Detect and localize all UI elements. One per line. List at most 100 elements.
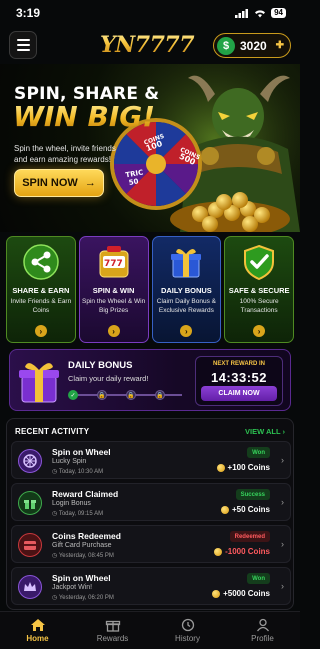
view-all-link[interactable]: VIEW ALL › — [245, 427, 285, 436]
reward-countdown: 14:33:52 — [210, 370, 268, 385]
card-desc: Spin the Wheel & Win Big Prizes — [82, 298, 146, 314]
wheel-label-50: 50 — [128, 177, 139, 187]
card-daily-bonus[interactable]: DAILY BONUS Claim Daily Bonus & Exclusiv… — [151, 236, 222, 343]
recent-activity-header: RECENT ACTIVITY VIEW ALL › — [15, 424, 285, 438]
menu-button[interactable] — [9, 31, 37, 59]
share-icon — [21, 242, 61, 282]
lock-icon: 🔒 — [155, 390, 165, 400]
chevron-right-icon: › — [281, 455, 284, 465]
activity-subtitle: Lucky Spin — [52, 458, 87, 465]
card-spin-win[interactable]: 777 SPIN & WIN Spin the Wheel & Win Big … — [78, 236, 149, 343]
spin-now-button[interactable]: SPIN NOW → — [14, 169, 104, 197]
hero-subtitle: Spin the wheel, invite friends and earn … — [14, 144, 116, 164]
activity-subtitle: Login Bonus — [52, 500, 91, 507]
coin-icon — [220, 505, 229, 514]
bottom-navigation: Home Rewards History Profile — [0, 611, 300, 649]
activity-amount: -1000 Coins — [214, 547, 270, 556]
activity-time: ◷ Today, 10:30 AM — [52, 469, 104, 475]
coin-balance[interactable]: $ 3020 ✚ — [213, 33, 291, 58]
crown-icon — [18, 575, 42, 599]
card-title: SPIN & WIN — [92, 286, 135, 295]
activity-row[interactable]: Spin on Wheel Lucky Spin ◷ Today, 10:30 … — [11, 441, 291, 479]
status-time: 3:19 — [16, 6, 41, 20]
activity-time: ◷ Today, 09:15 AM — [52, 511, 104, 517]
chevron-right-icon: › — [281, 581, 284, 591]
gift-icon — [18, 491, 42, 515]
chevron-right-icon: › — [281, 497, 284, 507]
daily-bonus-subtitle: Claim your daily reward! — [68, 374, 149, 383]
plus-icon: ✚ — [275, 40, 284, 51]
gift-icon — [166, 242, 206, 282]
slot-machine-icon: 777 — [94, 242, 134, 282]
gift-icon — [19, 363, 59, 403]
activity-title: Spin on Wheel — [52, 447, 111, 457]
status-badge: Won — [247, 447, 270, 458]
nav-label: Profile — [251, 634, 274, 643]
chevron-right-icon: › — [281, 539, 284, 549]
card-share-earn[interactable]: SHARE & EARN Invite Friends & Earn Coins… — [6, 236, 76, 343]
lock-icon: 🔒 — [126, 390, 136, 400]
chevron-right-icon: › — [107, 325, 120, 337]
activity-amount: +100 Coins — [216, 463, 270, 472]
daily-bonus-panel: DAILY BONUS Claim your daily reward! ✓ 🔒… — [9, 349, 291, 411]
activity-amount: +50 Coins — [220, 505, 270, 514]
app-header: YN7777 $ 3020 ✚ — [0, 28, 300, 64]
wheel-icon — [18, 449, 42, 473]
hero-banner: COINS 100 COINS 500 TRIC 50 SPIN, SHARE … — [0, 64, 300, 232]
lock-icon: 🔒 — [97, 390, 107, 400]
history-icon — [181, 618, 194, 632]
hero-title-line2: WIN BIG! — [13, 100, 155, 133]
recent-activity-panel: RECENT ACTIVITY VIEW ALL › Spin on Wheel… — [6, 418, 294, 610]
nav-label: Rewards — [96, 634, 129, 643]
activity-title: Reward Claimed — [52, 489, 119, 499]
activity-row[interactable]: Reward Claimed Login Bonus ◷ Today, 09:1… — [11, 483, 291, 521]
next-reward-label: NEXT REWARD IN — [212, 361, 265, 367]
clock-icon: ◷ — [52, 553, 58, 559]
activity-title: Coins Redeemed — [52, 531, 121, 541]
nav-label: Home — [26, 634, 49, 643]
home-icon — [30, 619, 45, 631]
status-icons: 94 — [235, 8, 286, 18]
reward-timer-box: NEXT REWARD IN 14:33:52 CLAIM NOW — [195, 356, 283, 406]
battery-indicator: 94 — [271, 8, 286, 18]
dollar-icon: $ — [217, 36, 235, 55]
nav-home[interactable]: Home — [0, 612, 75, 649]
recent-activity-heading: RECENT ACTIVITY — [15, 426, 90, 436]
activity-row[interactable]: Coins Redeemed Gift Card Purchase ◷ Yest… — [11, 525, 291, 563]
clock-icon: ◷ — [52, 511, 58, 517]
chevron-right-icon: › — [180, 325, 193, 337]
feature-cards: SHARE & EARN Invite Friends & Earn Coins… — [6, 236, 294, 343]
shield-check-icon — [239, 242, 279, 282]
claim-now-button[interactable]: CLAIM NOW — [201, 386, 277, 401]
status-bar: 3:19 94 — [0, 0, 300, 26]
nav-label: History — [175, 634, 200, 643]
signal-icon — [235, 8, 249, 18]
coin-icon — [214, 547, 223, 556]
activity-amount: +5000 Coins — [212, 589, 270, 598]
coin-balance-amount: 3020 — [240, 38, 267, 53]
status-badge: Success — [235, 489, 270, 500]
activity-time: ◷ Yesterday, 06:20 PM — [52, 595, 114, 601]
app-logo: YN7777 — [88, 30, 206, 60]
activity-row[interactable]: Spin on Wheel Jackpot Win! ◷ Yesterday, … — [11, 567, 291, 605]
spin-now-label: SPIN NOW — [22, 177, 78, 189]
clock-icon: ◷ — [52, 469, 58, 475]
activity-subtitle: Gift Card Purchase — [52, 542, 112, 549]
profile-icon — [256, 618, 269, 632]
status-badge: Won — [247, 573, 270, 584]
card-desc: 100% Secure Transactions — [239, 298, 279, 314]
nav-history[interactable]: History — [150, 612, 225, 649]
activity-time: ◷ Yesterday, 08:45 PM — [52, 553, 114, 559]
check-icon: ✓ — [68, 390, 78, 400]
card-title: SAFE & SECURE — [228, 286, 290, 295]
card-safe-secure[interactable]: SAFE & SECURE 100% Secure Transactions › — [224, 236, 294, 343]
menu-icon — [16, 39, 30, 41]
card-desc: Claim Daily Bonus & Exclusive Rewards — [156, 298, 216, 314]
arrow-right-icon: → — [84, 177, 96, 189]
coin-icon — [212, 589, 221, 598]
daily-bonus-title: DAILY BONUS — [68, 360, 133, 371]
nav-rewards[interactable]: Rewards — [75, 612, 150, 649]
gift-icon — [105, 620, 120, 632]
card-title: SHARE & EARN — [12, 286, 70, 295]
nav-profile[interactable]: Profile — [225, 612, 300, 649]
